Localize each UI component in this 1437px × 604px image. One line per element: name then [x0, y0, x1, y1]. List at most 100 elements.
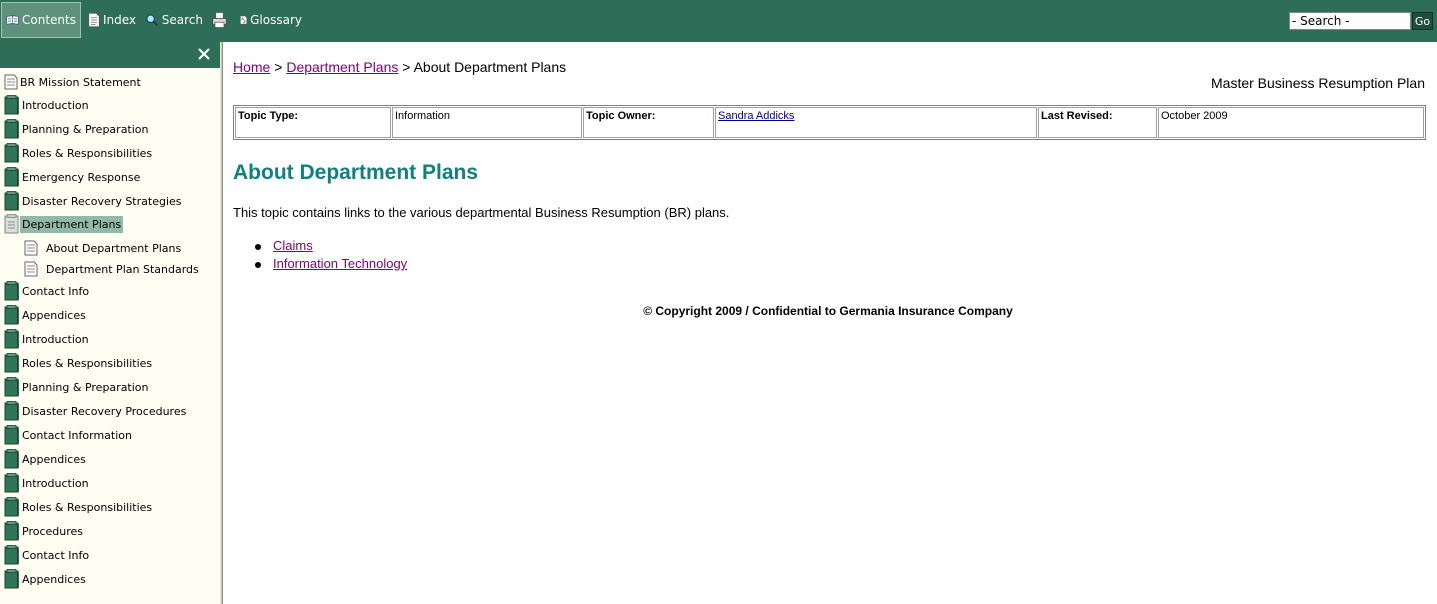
- breadcrumb-separator: >: [402, 59, 411, 75]
- book-icon: [4, 191, 20, 211]
- toc-item-label: Emergency Response: [22, 170, 141, 184]
- toc-item[interactable]: Disaster Recovery Strategies: [4, 189, 184, 213]
- toc-item[interactable]: Disaster Recovery Procedures: [4, 399, 188, 423]
- toc-sidebar: BR Mission Statement Introduction Planning…: [0, 68, 220, 604]
- book-icon: [4, 167, 20, 187]
- toc-item[interactable]: Introduction: [4, 471, 91, 495]
- plan-links-list: Claims Information Technology: [255, 238, 407, 274]
- information-technology-link[interactable]: Information Technology: [273, 256, 407, 271]
- toc-item[interactable]: Introduction: [4, 93, 91, 117]
- book-icon: [4, 353, 20, 373]
- toc-item-label: Disaster Recovery Strategies: [22, 194, 182, 208]
- claims-link[interactable]: Claims: [273, 238, 313, 253]
- toc-item[interactable]: Department Plan Standards: [24, 257, 201, 281]
- book-icon: [4, 305, 20, 325]
- index-page-icon: [88, 12, 100, 28]
- toc-item[interactable]: Contact Information: [4, 423, 134, 447]
- book-icon: [4, 545, 20, 565]
- toc-item[interactable]: Procedures: [4, 519, 85, 543]
- open-book-icon: [4, 214, 20, 234]
- toc-item-label: Department Plans: [20, 215, 124, 233]
- glossary-label: Glossary: [250, 13, 302, 27]
- toc-item[interactable]: Planning & Preparation: [4, 375, 151, 399]
- breadcrumb-current: About Department Plans: [413, 59, 567, 75]
- toc-item[interactable]: Department Plans: [4, 212, 124, 236]
- book-icon: [4, 425, 20, 445]
- toc-item[interactable]: Appendices: [4, 447, 88, 471]
- toc-item-label: Roles & Responsibilities: [22, 356, 153, 370]
- book-icon: [4, 119, 20, 139]
- list-item: Claims: [255, 238, 407, 256]
- page-title: About Department Plans: [233, 161, 479, 184]
- contents-label: Contents: [22, 13, 76, 27]
- sidebar-header: [0, 42, 220, 68]
- book-icon: [4, 473, 20, 493]
- toc-item[interactable]: Contact Info: [4, 279, 91, 303]
- toc-item-label: Roles & Responsibilities: [22, 146, 153, 160]
- book-icon: [4, 377, 20, 397]
- search-input[interactable]: [1289, 12, 1411, 30]
- toc-item-label: Roles & Responsibilities: [22, 500, 153, 514]
- toc-item[interactable]: Roles & Responsibilities: [4, 141, 154, 165]
- last-revised-label: Last Revised:: [1038, 107, 1157, 138]
- index-button[interactable]: Index: [84, 2, 140, 38]
- index-label: Index: [102, 13, 136, 27]
- toc-item[interactable]: Roles & Responsibilities: [4, 495, 154, 519]
- toc-item[interactable]: Planning & Preparation: [4, 117, 151, 141]
- table-row: Topic Type: Information Topic Owner: San…: [235, 107, 1424, 138]
- page-icon: [24, 261, 44, 277]
- search-button[interactable]: Search: [141, 2, 207, 38]
- topic-type-label: Topic Type:: [235, 107, 391, 138]
- search-icon: [146, 14, 159, 27]
- toc-item[interactable]: Appendices: [4, 567, 88, 591]
- breadcrumb-separator: >: [274, 59, 283, 75]
- toc-item[interactable]: Contact Info: [4, 543, 91, 567]
- print-button[interactable]: [208, 2, 234, 38]
- contents-button[interactable]: Contents: [1, 2, 81, 38]
- list-item: Information Technology: [255, 256, 407, 274]
- toc-item[interactable]: Introduction: [4, 327, 91, 351]
- last-revised-value: October 2009: [1158, 107, 1424, 138]
- toc-item-label: Planning & Preparation: [22, 122, 149, 136]
- toolbar: Contents Index Search A Z Glossary Go: [0, 0, 1437, 42]
- toc-item[interactable]: BR Mission Statement: [4, 70, 143, 94]
- search-label: Search: [161, 13, 203, 27]
- toc-item-label: Procedures: [22, 524, 83, 538]
- go-button[interactable]: Go: [1412, 12, 1433, 30]
- breadcrumb: Home > Department Plans > About Departme…: [233, 59, 566, 75]
- toc-item-label: Contact Info: [22, 284, 90, 298]
- document-title: Master Business Resumption Plan: [1211, 75, 1425, 91]
- book-icon: [4, 449, 20, 469]
- book-icon: [4, 569, 20, 589]
- copyright-footer: © Copyright 2009 / Confidential to Germa…: [643, 304, 1013, 318]
- book-icon: [4, 143, 20, 163]
- page-icon: [4, 74, 18, 90]
- toc-item-label: BR Mission Statement: [20, 75, 141, 89]
- book-icon: [4, 329, 20, 349]
- toc-item[interactable]: Roles & Responsibilities: [4, 351, 154, 375]
- toc-item-label: Appendices: [22, 308, 86, 322]
- book-icon: [4, 521, 20, 541]
- topic-owner-link[interactable]: Sandra Addicks: [718, 110, 794, 122]
- toc-item-label: Disaster Recovery Procedures: [22, 404, 187, 418]
- content-pane: Home > Department Plans > About Departme…: [223, 42, 1437, 604]
- toc-item[interactable]: Emergency Response: [4, 165, 142, 189]
- toc-item[interactable]: Appendices: [4, 303, 88, 327]
- intro-text: This topic contains links to the various…: [233, 205, 730, 220]
- glossary-button[interactable]: A Z Glossary: [236, 2, 306, 38]
- contents-book-icon: [6, 15, 19, 25]
- toc-item-label: About Department Plans: [46, 241, 182, 255]
- topic-metadata-table: Topic Type: Information Topic Owner: San…: [233, 105, 1426, 140]
- breadcrumb-department-plans-link[interactable]: Department Plans: [286, 59, 398, 75]
- breadcrumb-home-link[interactable]: Home: [233, 59, 270, 75]
- topic-owner-cell: Sandra Addicks: [715, 107, 1037, 138]
- book-icon: [4, 497, 20, 517]
- close-icon[interactable]: [196, 46, 212, 62]
- toc-item-label: Appendices: [22, 572, 86, 586]
- toc-item-label: Appendices: [22, 452, 86, 466]
- page-icon: [24, 240, 44, 256]
- topic-owner-label: Topic Owner:: [583, 107, 714, 138]
- toc-item-label: Department Plan Standards: [46, 262, 199, 276]
- toc-item-label: Introduction: [22, 476, 89, 490]
- toc-item-label: Planning & Preparation: [22, 380, 149, 394]
